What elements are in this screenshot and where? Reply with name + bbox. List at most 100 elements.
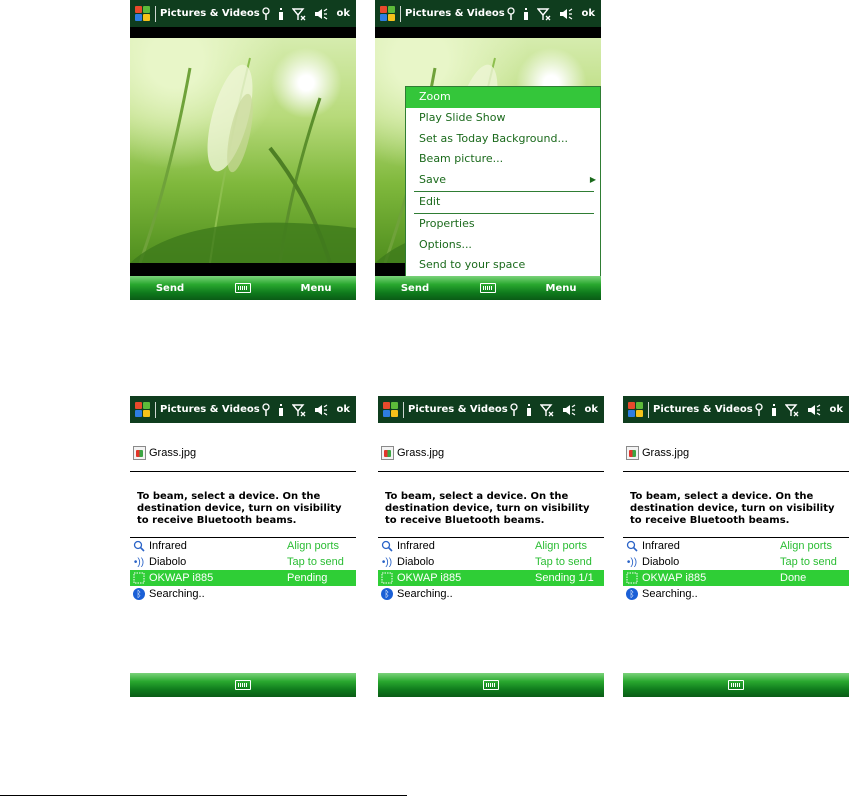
menu-item-play-slide-show[interactable]: Play Slide Show: [406, 108, 600, 129]
connectivity-icon[interactable]: [262, 402, 271, 417]
infrared-search-icon: [380, 539, 394, 553]
menu-softkey[interactable]: Menu: [521, 283, 601, 294]
top-black-band: [130, 27, 356, 38]
soft-key-bar: Send Menu: [130, 276, 356, 300]
status-icons: ok: [262, 6, 350, 21]
connectivity-icon[interactable]: [262, 6, 271, 21]
device-row-infrared[interactable]: Infrared Align ports: [623, 538, 849, 554]
volume-icon[interactable]: [562, 403, 576, 417]
app-title: Pictures & Videos: [408, 404, 508, 415]
signal-off-icon[interactable]: [785, 403, 799, 417]
windows-start-icon[interactable]: [379, 5, 397, 23]
device-list: Infrared Align ports •)) Diabolo Tap to …: [623, 538, 849, 602]
title-bar: Pictures & Videos ok: [375, 0, 601, 27]
screen-beam-sending: Pictures & Videos ok Grass.jpg To beam, …: [378, 396, 604, 697]
keyboard-icon[interactable]: [480, 283, 496, 293]
title-separator: [400, 5, 401, 22]
bluetooth-icon: ᛒ: [132, 587, 146, 601]
device-list: Infrared Align ports •)) Diabolo Tap to …: [130, 538, 356, 602]
keyboard-icon[interactable]: [235, 680, 251, 690]
menu-item-send-to-your-space[interactable]: Send to your space: [406, 255, 600, 276]
signal-off-icon[interactable]: [292, 403, 306, 417]
signal-off-icon[interactable]: [292, 7, 306, 21]
screen-photo-viewer: Pictures & Videos ok Send Menu: [130, 0, 356, 300]
phone-device-icon: [625, 571, 639, 585]
title-separator: [155, 5, 156, 22]
file-name: Grass.jpg: [397, 447, 445, 459]
volume-icon[interactable]: [807, 403, 821, 417]
menu-softkey[interactable]: Menu: [276, 283, 356, 294]
connectivity-icon[interactable]: [507, 6, 516, 21]
windows-start-icon[interactable]: [627, 401, 645, 419]
bluetooth-icon: ᛒ: [380, 587, 394, 601]
device-row-infrared[interactable]: Infrared Align ports: [378, 538, 604, 554]
battery-icon[interactable]: [526, 403, 532, 417]
device-row-okwap[interactable]: OKWAP i885 Done: [623, 570, 849, 586]
bluetooth-icon: ᛒ: [625, 587, 639, 601]
wireless-device-icon: •)): [133, 556, 145, 568]
menu-item-zoom[interactable]: Zoom: [406, 87, 600, 108]
title-separator: [403, 401, 404, 418]
battery-icon[interactable]: [278, 403, 284, 417]
title-bar: Pictures & Videos ok: [130, 0, 356, 27]
wireless-device-icon: •)): [381, 556, 393, 568]
device-row-diabolo[interactable]: •)) Diabolo Tap to send: [130, 554, 356, 570]
title-bar: Pictures & Videos ok: [378, 396, 604, 423]
soft-key-bar: [130, 673, 356, 697]
ok-button[interactable]: ok: [336, 404, 350, 415]
keyboard-icon[interactable]: [235, 283, 251, 293]
keyboard-icon[interactable]: [483, 680, 499, 690]
grass-photo[interactable]: [130, 38, 356, 263]
keyboard-icon[interactable]: [728, 680, 744, 690]
ok-button[interactable]: ok: [581, 8, 595, 19]
app-title: Pictures & Videos: [160, 404, 260, 415]
windows-start-icon[interactable]: [382, 401, 400, 419]
device-row-diabolo[interactable]: •)) Diabolo Tap to send: [623, 554, 849, 570]
submenu-arrow-icon: ▶: [589, 175, 596, 185]
menu-item-edit[interactable]: Edit: [406, 192, 600, 213]
menu-item-set-today-background[interactable]: Set as Today Background...: [406, 129, 600, 150]
windows-start-icon[interactable]: [134, 401, 152, 419]
device-row-searching: ᛒ Searching..: [378, 586, 604, 602]
windows-start-icon[interactable]: [134, 5, 152, 23]
ok-button[interactable]: ok: [584, 404, 598, 415]
screen-beam-done: Pictures & Videos ok Grass.jpg To beam, …: [623, 396, 849, 697]
soft-key-bar: Send Menu: [375, 276, 601, 300]
status-icons: ok: [755, 402, 843, 417]
file-name: Grass.jpg: [642, 447, 690, 459]
battery-icon[interactable]: [523, 7, 529, 21]
device-row-searching: ᛒ Searching..: [130, 586, 356, 602]
send-softkey[interactable]: Send: [130, 283, 210, 294]
top-black-band: [375, 27, 601, 38]
infrared-search-icon: [625, 539, 639, 553]
grass-illustration: [130, 57, 356, 263]
connectivity-icon[interactable]: [510, 402, 519, 417]
wireless-device-icon: •)): [626, 556, 638, 568]
volume-icon[interactable]: [314, 403, 328, 417]
device-row-diabolo[interactable]: •)) Diabolo Tap to send: [378, 554, 604, 570]
connectivity-icon[interactable]: [755, 402, 764, 417]
bottom-black-band: [130, 263, 356, 276]
menu-item-beam-picture[interactable]: Beam picture...: [406, 149, 600, 170]
menu-item-options[interactable]: Options...: [406, 235, 600, 256]
battery-icon[interactable]: [771, 403, 777, 417]
send-softkey[interactable]: Send: [375, 283, 455, 294]
volume-icon[interactable]: [314, 7, 328, 21]
menu-item-properties[interactable]: Properties: [406, 214, 600, 235]
device-row-okwap[interactable]: OKWAP i885 Sending 1/1: [378, 570, 604, 586]
device-row-okwap[interactable]: OKWAP i885 Pending: [130, 570, 356, 586]
ok-button[interactable]: ok: [829, 404, 843, 415]
ok-button[interactable]: ok: [336, 8, 350, 19]
device-row-infrared[interactable]: Infrared Align ports: [130, 538, 356, 554]
signal-off-icon[interactable]: [537, 7, 551, 21]
status-icons: ok: [262, 402, 350, 417]
device-list: Infrared Align ports •)) Diabolo Tap to …: [378, 538, 604, 602]
signal-off-icon[interactable]: [540, 403, 554, 417]
divider: [378, 471, 604, 472]
battery-icon[interactable]: [278, 7, 284, 21]
device-row-searching: ᛒ Searching..: [623, 586, 849, 602]
phone-device-icon: [380, 571, 394, 585]
screen-beam-pending: Pictures & Videos ok Grass.jpg To beam, …: [130, 396, 356, 697]
menu-item-save[interactable]: Save ▶: [406, 170, 600, 191]
volume-icon[interactable]: [559, 7, 573, 21]
